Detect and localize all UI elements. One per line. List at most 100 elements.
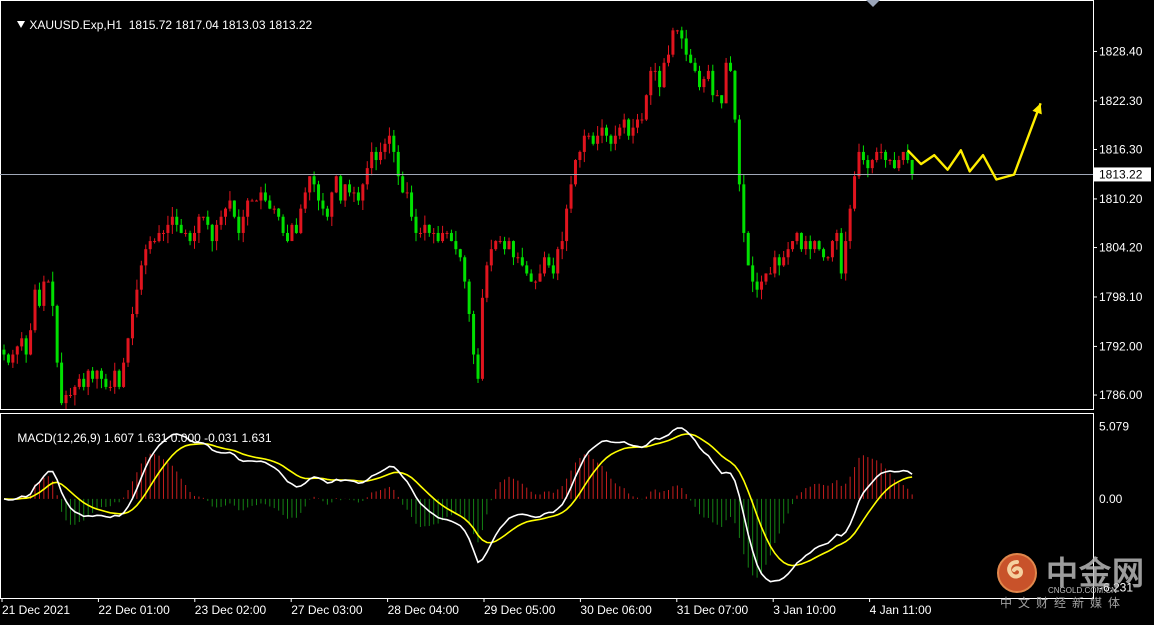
candle-body xyxy=(791,241,795,250)
x-tick-label: 28 Dec 04:00 xyxy=(388,603,460,617)
candle-body xyxy=(511,241,515,258)
candle-body xyxy=(281,216,285,233)
candle-body xyxy=(569,184,573,209)
candle-body xyxy=(627,119,631,136)
y-tick-label: 1804.20 xyxy=(1099,241,1143,255)
y-tick-label: 1792.00 xyxy=(1099,339,1143,353)
candle-body xyxy=(529,273,533,282)
chart-header: XAUUSD.Exp,H1 1815.72 1817.04 1813.03 18… xyxy=(4,4,312,46)
candle-body xyxy=(130,313,134,339)
candle-body xyxy=(24,338,28,355)
candle-body xyxy=(312,176,316,185)
candle-body xyxy=(64,395,68,404)
candle-body xyxy=(835,232,839,242)
candle-body xyxy=(649,70,653,96)
candle-body xyxy=(343,184,347,201)
candle-body xyxy=(476,354,480,379)
candle-body xyxy=(135,289,139,314)
candle-body xyxy=(538,273,542,282)
macd-readout: MACD(12,26,9) 1.607 1.631 0.000 -0.031 1… xyxy=(17,431,272,445)
candle-body xyxy=(396,151,400,177)
candle-body xyxy=(405,192,409,194)
macd-header: MACD(12,26,9) 1.607 1.631 0.000 -0.031 1… xyxy=(4,417,272,459)
candle-body xyxy=(82,378,86,387)
candle-body xyxy=(113,370,117,387)
candle-body xyxy=(830,241,834,258)
candle-body xyxy=(760,281,764,290)
candlestick-series xyxy=(2,26,914,409)
candle-body xyxy=(122,362,126,387)
candle-body xyxy=(702,78,706,88)
candle-body xyxy=(299,208,303,233)
candle-body xyxy=(383,143,387,152)
candle-body xyxy=(573,160,577,185)
ohlc-readout: 1815.72 1817.04 1813.03 1813.22 xyxy=(128,18,313,32)
candle-body xyxy=(542,257,546,274)
candle-body xyxy=(782,257,786,266)
candle-body xyxy=(20,338,24,347)
candle-body xyxy=(635,119,639,128)
candle-body xyxy=(317,184,321,201)
x-tick-label: 23 Dec 02:00 xyxy=(195,603,267,617)
candle-body xyxy=(658,70,662,88)
candle-body xyxy=(520,257,524,266)
candle-body xyxy=(294,224,298,233)
dropdown-triangle-icon[interactable] xyxy=(17,21,26,28)
candle-body xyxy=(622,119,626,128)
candle-body xyxy=(742,184,746,233)
candle-body xyxy=(206,216,210,225)
y-tick-label: 1822.30 xyxy=(1099,94,1143,108)
candle-body xyxy=(104,378,108,387)
x-tick-label: 22 Dec 01:00 xyxy=(98,603,170,617)
candle-body xyxy=(857,151,861,177)
candle-body xyxy=(197,216,201,233)
candle-body xyxy=(839,232,843,274)
candle-body xyxy=(906,151,910,161)
candle-body xyxy=(560,241,564,250)
candle-body xyxy=(799,232,803,250)
candle-body xyxy=(321,200,325,209)
candle-body xyxy=(255,200,259,202)
candle-body xyxy=(534,281,538,283)
candle-body xyxy=(662,62,666,88)
candle-body xyxy=(215,224,219,242)
candle-body xyxy=(277,208,281,217)
candle-body xyxy=(108,386,112,388)
candle-body xyxy=(578,151,582,161)
y-tick-label: 1828.40 xyxy=(1099,44,1143,58)
candle-body xyxy=(680,30,684,39)
candle-body xyxy=(875,151,879,161)
candle-body xyxy=(556,249,560,274)
candle-body xyxy=(99,370,103,379)
candle-body xyxy=(330,192,334,217)
candle-body xyxy=(653,70,657,72)
macd-tick-label: 0.00 xyxy=(1099,492,1123,506)
candle-body xyxy=(361,184,365,201)
y-tick-label: 1786.00 xyxy=(1099,388,1143,402)
candle-body xyxy=(144,249,148,266)
candle-body xyxy=(175,216,179,225)
x-tick-label: 27 Dec 03:00 xyxy=(291,603,363,617)
candle-body xyxy=(764,273,768,282)
candle-body xyxy=(2,349,6,355)
candle-body xyxy=(37,289,41,306)
chart-shift-marker-icon[interactable] xyxy=(866,0,880,7)
macd-histogram xyxy=(7,453,913,578)
candle-body xyxy=(565,208,569,242)
candle-body xyxy=(334,176,338,193)
candle-body xyxy=(698,70,702,88)
candle-body xyxy=(259,192,263,201)
candle-body xyxy=(587,135,591,137)
candle-body xyxy=(356,192,360,201)
candle-body xyxy=(232,200,236,217)
candle-body xyxy=(339,176,343,201)
candle-body xyxy=(139,265,143,290)
candle-body xyxy=(861,151,865,161)
forecast-arrow xyxy=(906,102,1042,181)
candle-body xyxy=(472,313,476,355)
candle-body xyxy=(826,257,830,259)
candle-body xyxy=(844,241,848,274)
candle-body xyxy=(675,30,679,32)
candle-body xyxy=(387,135,391,144)
chart-canvas[interactable]: 1828.40 1822.30 1816.30 1810.20 1804.20 1798.… xyxy=(0,0,1154,620)
